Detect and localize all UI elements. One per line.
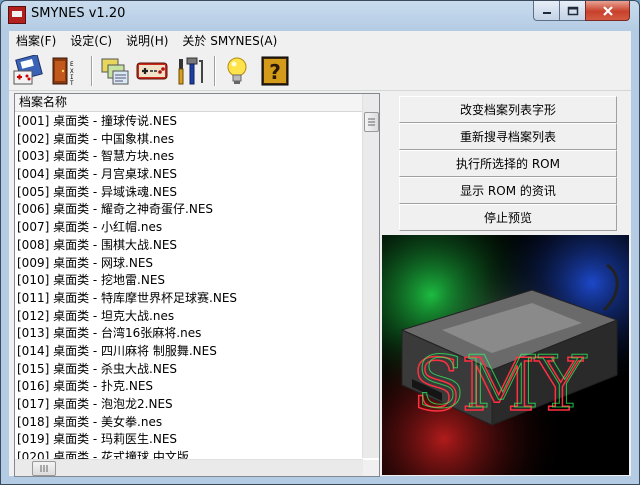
rom-info-button[interactable]: 显示 ROM 的资讯 bbox=[399, 177, 617, 204]
list-item[interactable]: [007] 桌面类 - 小红帽.nes bbox=[15, 219, 365, 237]
bulb-icon bbox=[227, 57, 247, 84]
menu-bar: 档案(F) 设定(C) 说明(H) 关於 SMYNES(A) bbox=[9, 31, 631, 50]
list-item[interactable]: [001] 桌面类 - 撞球传说.NES bbox=[15, 113, 365, 131]
change-list-font-button[interactable]: 改变档案列表字形 bbox=[399, 96, 617, 123]
file-list-icon bbox=[101, 58, 129, 85]
gamepad-icon bbox=[136, 62, 168, 80]
list-item[interactable]: [014] 桌面类 - 四川麻将 制服舞.NES bbox=[15, 343, 365, 361]
toolbar-separator bbox=[214, 56, 216, 86]
rom-rows: [001] 桌面类 - 撞球传说.NES [002] 桌面类 - 中国象棋.nes… bbox=[15, 113, 365, 467]
rom-list[interactable]: 档案名称 [001] 桌面类 - 撞球传说.NES [002] 桌面类 - 中国象… bbox=[14, 93, 380, 477]
grip-icon bbox=[40, 465, 48, 472]
list-item[interactable]: [019] 桌面类 - 玛莉医生.NES bbox=[15, 431, 365, 449]
app-icon[interactable] bbox=[8, 6, 26, 24]
open-rom-icon bbox=[13, 53, 43, 85]
exit-label: E bbox=[70, 61, 74, 68]
maximize-button[interactable] bbox=[559, 1, 586, 21]
svg-text:T: T bbox=[70, 80, 74, 87]
close-button[interactable] bbox=[585, 1, 630, 21]
close-icon bbox=[602, 5, 613, 16]
svg-text:?: ? bbox=[269, 60, 281, 84]
title-bar[interactable]: SMYNES v1.20 bbox=[1, 1, 639, 29]
tools-button[interactable] bbox=[173, 55, 205, 87]
list-item[interactable]: [005] 桌面类 - 异域诛魂.NES bbox=[15, 184, 365, 202]
tips-button[interactable] bbox=[221, 55, 253, 87]
rescan-list-button[interactable]: 重新搜寻档案列表 bbox=[399, 123, 617, 150]
list-item[interactable]: [012] 桌面类 - 坦克大战.nes bbox=[15, 308, 365, 326]
file-list-button[interactable] bbox=[99, 55, 131, 87]
preview-image: SMY SMY bbox=[382, 235, 629, 475]
list-item[interactable]: [011] 桌面类 - 特库摩世界杯足球赛.NES bbox=[15, 290, 365, 308]
list-item[interactable]: [004] 桌面类 - 月宫桌球.NES bbox=[15, 166, 365, 184]
list-item[interactable]: [017] 桌面类 - 泡泡龙2.NES bbox=[15, 396, 365, 414]
list-item[interactable]: [015] 桌面类 - 杀虫大战.NES bbox=[15, 361, 365, 379]
window-title: SMYNES v1.20 bbox=[31, 6, 126, 21]
gamepad-button[interactable] bbox=[136, 55, 168, 87]
client-area: E X I T ? 档案名称 [001] 桌面类 - 撞球传说.NES [002… bbox=[9, 50, 631, 477]
menu-file[interactable]: 档案(F) bbox=[9, 32, 63, 49]
list-item[interactable]: [010] 桌面类 - 挖地雷.NES bbox=[15, 272, 365, 290]
horizontal-scrollbar[interactable] bbox=[15, 459, 363, 476]
list-item[interactable]: [003] 桌面类 - 智慧方块.nes bbox=[15, 148, 365, 166]
menu-settings[interactable]: 设定(C) bbox=[63, 32, 119, 49]
exit-icon: E X I T bbox=[52, 57, 74, 87]
list-item[interactable]: [018] 桌面类 - 美女拳.nes bbox=[15, 414, 365, 432]
run-rom-button[interactable]: 执行所选择的 ROM bbox=[399, 150, 617, 177]
stop-preview-button[interactable]: 停止预览 bbox=[399, 204, 617, 231]
list-item[interactable]: [016] 桌面类 - 扑克.NES bbox=[15, 378, 365, 396]
tools-icon bbox=[178, 57, 203, 85]
list-item[interactable]: [006] 桌面类 - 耀奇之神奇蛋仔.NES bbox=[15, 201, 365, 219]
action-panel: 改变档案列表字形 重新搜寻档案列表 执行所选择的 ROM 显示 ROM 的资讯 … bbox=[399, 96, 617, 231]
list-header[interactable]: 档案名称 bbox=[15, 94, 372, 112]
list-item[interactable]: [013] 桌面类 - 台湾16张麻将.nes bbox=[15, 325, 365, 343]
vertical-scroll-thumb[interactable] bbox=[364, 112, 379, 132]
list-item[interactable]: [002] 桌面类 - 中国象棋.nes bbox=[15, 131, 365, 149]
app-window: SMYNES v1.20 档案(F) 设定(C) 说明(H) 关於 SMYNES… bbox=[0, 0, 640, 485]
toolbar-separator bbox=[91, 56, 93, 86]
help-icon: ? bbox=[261, 56, 289, 86]
console-preview-art: SMY SMY bbox=[382, 235, 629, 475]
open-rom-button[interactable] bbox=[12, 53, 44, 87]
svg-text:SMY: SMY bbox=[416, 340, 588, 424]
exit-button[interactable]: E X I T bbox=[49, 55, 81, 87]
help-button[interactable]: ? bbox=[259, 55, 291, 87]
menu-about[interactable]: 关於 SMYNES(A) bbox=[175, 32, 284, 49]
list-item[interactable]: [008] 桌面类 - 围棋大战.NES bbox=[15, 237, 365, 255]
minimize-icon bbox=[542, 11, 551, 14]
scroll-corner bbox=[363, 460, 379, 476]
minimize-button[interactable] bbox=[533, 1, 560, 21]
toolbar: E X I T ? bbox=[9, 50, 631, 91]
vertical-scrollbar[interactable] bbox=[362, 94, 379, 458]
list-item[interactable]: [009] 桌面类 - 网球.NES bbox=[15, 255, 365, 273]
menu-help[interactable]: 说明(H) bbox=[119, 32, 175, 49]
maximize-icon bbox=[567, 6, 578, 15]
horizontal-scroll-thumb[interactable] bbox=[32, 461, 56, 476]
grip-icon bbox=[368, 118, 375, 126]
